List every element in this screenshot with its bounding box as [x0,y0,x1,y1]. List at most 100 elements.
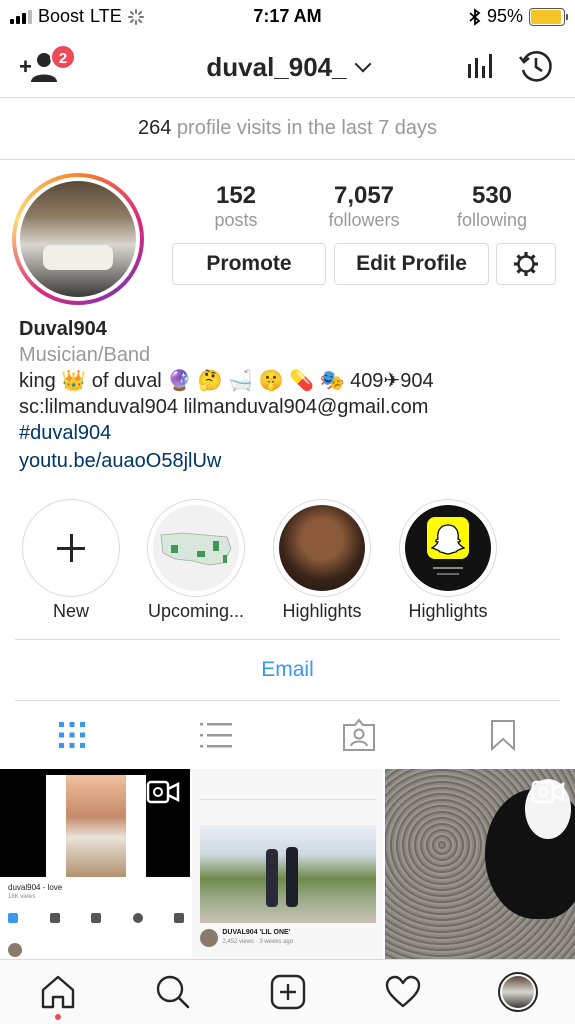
tab-grid[interactable] [0,702,144,768]
highlight-snapcode-thumbnail [405,505,491,591]
bio-text-line-2: sc:lilmanduval904 lilmanduval904@gmail.c… [19,396,429,418]
highlight-new[interactable]: New [21,499,121,622]
highlight-upcoming[interactable]: Upcoming... [146,499,246,622]
status-right: 95% [469,6,568,27]
avatar-image [20,181,136,297]
tab-search[interactable] [115,960,230,1024]
status-bar: Boost LTE 7:17 AM 95% [0,0,575,34]
tab-home[interactable] [0,960,115,1024]
search-icon [156,975,189,1009]
bluetooth-icon [469,7,481,26]
highlight-face-thumbnail [279,505,365,591]
dislike-icon [49,913,60,923]
video-still-image [66,775,126,879]
highlight-label: New [52,601,89,621]
profile-header: 2 duval_904_ [0,34,575,98]
bookmark-icon [491,720,516,751]
highlight-map-thumbnail [153,505,239,591]
heart-icon [385,975,420,1008]
home-icon [41,975,74,1009]
profile-avatar-small [497,972,538,1012]
download-icon [132,913,143,923]
visits-count: 264 [137,117,172,139]
stat-label: posts [214,210,258,230]
visits-text: profile visits in the last 7 days [176,117,438,139]
bio-hashtag[interactable]: #duval904 [19,420,564,446]
divider [200,799,377,800]
tab-tagged[interactable] [288,702,432,768]
highlight-circle [147,499,245,597]
posts-grid: duval904 - love 18K views DUVAL904 'LIL … [0,769,575,959]
grid-icon [58,722,85,748]
us-map-image [153,505,239,591]
post-thumbnail[interactable]: DUVAL904 'LIL ONE' 2,452 views · 3 weeks… [192,769,383,959]
highlight-item[interactable]: Highlights [398,499,498,622]
tab-saved[interactable] [431,702,575,768]
channel-avatar [8,943,22,957]
video-still-image [200,825,377,923]
tab-profile[interactable] [460,960,575,1024]
category-label: Musician/Band [19,344,151,366]
youtube-actions [8,913,184,927]
video-frame [46,775,146,879]
plus-icon [57,534,85,562]
person-figure [286,847,299,907]
archive-history-icon[interactable] [518,48,554,84]
edit-profile-button[interactable]: Edit Profile [334,243,489,285]
post-thumbnail[interactable]: duval904 - love 18K views [0,769,191,959]
highlight-circle [22,499,120,597]
stat-following[interactable]: 530 following [428,182,556,231]
post-views: 2,452 views · 3 weeks ago [222,939,294,945]
post-caption: DUVAL904 'LIL ONE' [222,929,291,936]
stat-value: 530 [471,182,513,209]
stat-posts[interactable]: 152 posts [172,182,300,231]
add-to-icon [174,913,184,923]
post-views: 18K views [8,894,36,900]
email-button[interactable]: Email [15,639,560,701]
stat-label: following [456,210,528,230]
profile-bio: Duval904 Musician/Band king 👑 of duval 🔮… [19,316,564,474]
share-icon [91,913,101,923]
tagged-person-icon [343,718,376,751]
battery-percent: 95% [486,6,523,26]
channel-avatar [200,929,219,947]
highlight-circle [399,499,497,597]
highlight-label: Highlights [408,601,488,621]
battery-fill [531,9,562,24]
chevron-down-icon [354,55,372,73]
profile-view-tabs [0,702,575,768]
bio-text-line-1: king 👑 of duval 🔮 🤔 🛁 🤫 💊 🎭 409✈904 [19,370,434,392]
highlight-label: Upcoming... [147,601,245,621]
gear-icon [514,252,538,276]
highlight-item[interactable]: Highlights [272,499,372,622]
tab-activity[interactable] [345,960,460,1024]
bottom-tab-bar [0,959,575,1024]
tab-new-post[interactable] [230,960,345,1024]
bio-website-link[interactable]: youtu.be/auaoO58jlUw [19,448,564,474]
youtube-panel: duval904 - love 18K views [0,877,191,959]
battery-icon [529,7,568,26]
add-post-icon [270,974,305,1010]
settings-button[interactable] [496,243,556,285]
video-camera-icon [531,780,565,804]
stat-value: 152 [215,182,257,209]
highlight-label: Highlights [282,601,362,621]
snapchat-ghost-icon [427,517,469,575]
username-title: duval_904_ [206,52,347,82]
highlight-circle [273,499,371,597]
tab-list[interactable] [144,702,288,768]
stat-label: followers [328,210,400,230]
like-icon [8,913,18,923]
list-icon [199,723,232,748]
person-figure [266,849,279,907]
post-thumbnail[interactable] [384,769,575,959]
promote-button[interactable]: Promote [172,243,326,285]
profile-visits-banner[interactable]: 264 profile visits in the last 7 days [0,98,575,160]
stat-value: 7,057 [333,182,395,209]
display-name: Duval904 [19,318,107,340]
stat-followers[interactable]: 7,057 followers [300,182,428,231]
insights-icon[interactable] [466,52,494,80]
notification-dot [54,1014,61,1020]
post-caption: duval904 - love [8,883,63,892]
profile-avatar[interactable] [12,173,144,305]
